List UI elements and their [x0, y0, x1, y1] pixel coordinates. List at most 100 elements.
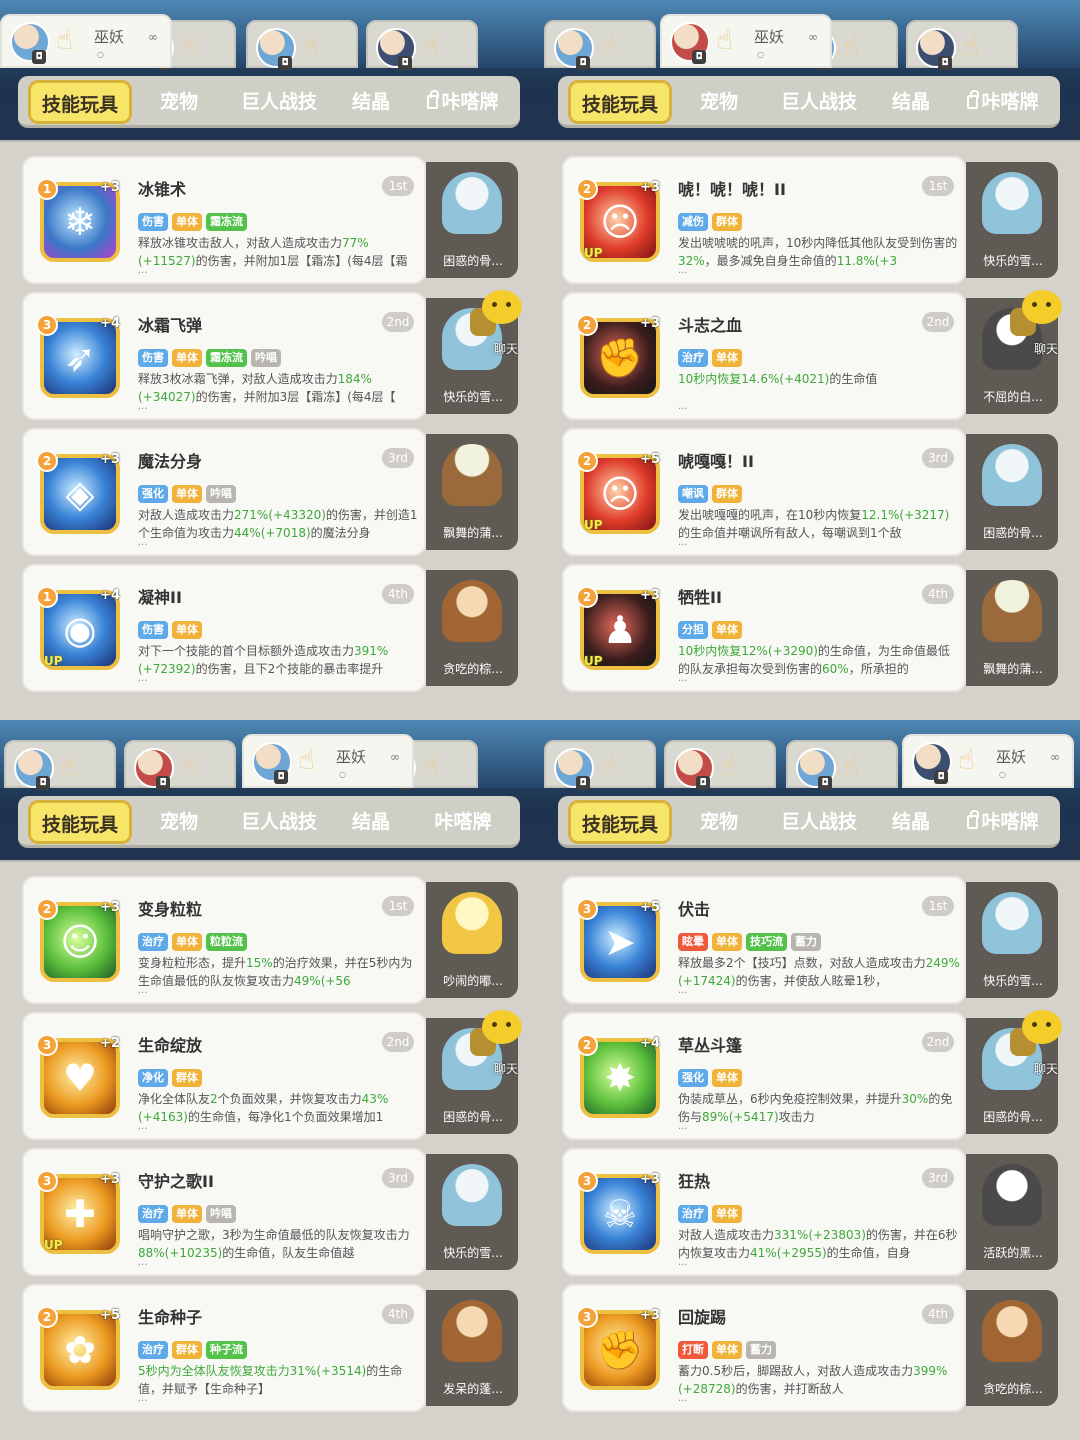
player-tab-3[interactable]: ◘ ☝ 巫妖 ∞ ○ — [902, 734, 1074, 788]
player-tab-2[interactable]: ◘☝ — [786, 740, 898, 790]
tab-pets[interactable]: 宠物 — [674, 796, 764, 848]
game-panel-3: ◘ ☝ ◘ ☝ ◘ ☝ ◘ ☝ 巫妖 ∞ ○ 技能玩具 宠物 巨人战技 结晶 咔嗒牌 ➤ 3 +5 伏击 1st 眩晕 单体… — [540, 720, 1080, 1440]
tab-click-cards[interactable]: 咔嗒牌 — [410, 76, 516, 128]
skill-card[interactable]: ➤ 3 +5 伏击 1st 眩晕 单体 技巧流 蓄力 释放最多2个【技巧】点数，对敌人造成攻击力2… — [562, 876, 966, 1004]
category-tab-bar: 技能玩具 宠物 巨人战技 结晶 咔嗒牌 — [18, 76, 520, 128]
skill-plus-level: +3 — [640, 316, 660, 331]
controller-icon: ◘ — [696, 776, 710, 790]
player-tab-2[interactable]: ◘ ☝ 巫妖 ∞ ○ — [242, 734, 414, 788]
chat-label[interactable]: 聊天 — [1034, 340, 1058, 357]
tab-giant-skills[interactable]: 巨人战技 — [764, 76, 874, 128]
pet-name: 快乐的雪... — [443, 390, 503, 404]
player-tab-0[interactable]: ◘ ☝ 巫妖 ∞ ○ — [0, 14, 172, 68]
skill-card[interactable]: ◈ 2 +3 魔法分身 3rd 强化 单体 吟唱 对敌人造成攻击力271%(+43320)的伤害… — [22, 428, 426, 556]
pet-name: 飘舞的蒲... — [443, 526, 503, 540]
skill-card[interactable]: ☠ 3 +3 狂热 3rd 治疗 单体 对敌人造成攻击力331%(+23803)的伤害，并在6… — [562, 1148, 966, 1276]
tab-skill-toys[interactable]: 技能玩具 — [28, 800, 132, 844]
skill-card[interactable]: ◉ 1 +4 UP 凝神II 4th 伤害 单体 对下一个技能的首个目标额外造成攻击力391%(… — [22, 564, 426, 692]
chat-label[interactable]: 聊天 — [1034, 1060, 1058, 1077]
pet-slot[interactable]: 贪吃的棕... — [426, 570, 518, 686]
pet-slot[interactable]: 发呆的蓬... — [426, 1290, 518, 1406]
skill-plus-level: +5 — [640, 452, 660, 467]
tab-skill-toys[interactable]: 技能玩具 — [568, 80, 672, 124]
pet-slot[interactable]: 活跃的黑... — [966, 1154, 1058, 1270]
tab-pets[interactable]: 宠物 — [134, 76, 224, 128]
skill-card[interactable]: ✊ 2 +3 斗志之血 2nd 治疗 单体 10秒内恢复14.6%(+4021)的生命值... — [562, 292, 966, 420]
tab-crystals[interactable]: 结晶 — [336, 796, 406, 848]
skill-level-badge: 2 — [576, 450, 598, 472]
skill-card[interactable]: ✿ 2 +5 生命种子 4th 治疗 群体 种子流 5秒内为全体队友恢复攻击力31%(+3514… — [22, 1284, 426, 1412]
tab-label: 宠物 — [699, 811, 738, 833]
skill-value: 89%(+5417) — [702, 1110, 779, 1124]
pet-slot[interactable]: 困惑的骨... — [426, 162, 518, 278]
skill-value: 11.8%(+3 — [836, 254, 898, 268]
player-tab-1[interactable]: ◘☝ — [664, 740, 776, 790]
player-tab-3[interactable]: ◘☝ — [366, 20, 478, 70]
skill-card[interactable]: ♟ 2 +3 UP 牺牲II 4th 分担 单体 10秒内恢复12%(+3290)的生命值，为生… — [562, 564, 966, 692]
tab-crystals[interactable]: 结晶 — [336, 76, 406, 128]
tab-label: 技能玩具 — [581, 814, 658, 836]
tab-label: 结晶 — [351, 91, 390, 113]
player-tab-0[interactable]: ◘ ☝ — [4, 740, 116, 790]
category-tab-bar: 技能玩具 宠物 巨人战技 结晶 咔嗒牌 — [558, 76, 1060, 128]
infinity-icon: ∞ — [808, 30, 818, 44]
skill-name: 回旋踢 — [678, 1308, 727, 1327]
pet-slot[interactable]: 吵闹的嘟... — [426, 882, 518, 998]
tab-click-cards[interactable]: 咔嗒牌 — [950, 796, 1056, 848]
skill-tag: 强化 — [678, 1069, 708, 1087]
tab-skill-toys[interactable]: 技能玩具 — [568, 800, 672, 844]
tab-click-cards[interactable]: 咔嗒牌 — [950, 76, 1056, 128]
skill-tag: 治疗 — [138, 1205, 168, 1223]
pet-slot[interactable]: 快乐的雪... — [966, 162, 1058, 278]
chat-label[interactable]: 聊天 — [494, 340, 518, 357]
player-tab-0[interactable]: ◘ ☝ — [544, 740, 656, 790]
skill-text: ，最多减免自身生命值的 — [704, 254, 837, 268]
player-tab-3[interactable]: ◘☝ — [906, 20, 1018, 70]
upgrade-up-icon: UP — [584, 246, 603, 260]
skill-card[interactable]: ✊ 3 +3 回旋踢 4th 打断 单体 蓄力 蓄力0.5秒后，脚踢敌人，对敌人造成攻击力399… — [562, 1284, 966, 1412]
player-tab-1[interactable]: ◘☝ — [124, 740, 236, 790]
skill-card[interactable]: ✸ 2 +4 草丛斗篷 2nd 强化 单体 伪装成草丛，6秒内免疫控制效果，并提升30%的免伤… — [562, 1012, 966, 1140]
chat-emoji-icon[interactable] — [1022, 1010, 1062, 1044]
chat-emoji-icon[interactable] — [482, 290, 522, 324]
pet-icon — [442, 172, 502, 234]
chat-label[interactable]: 聊天 — [494, 1060, 518, 1077]
skill-card[interactable]: ✚ 3 +3 UP 守护之歌II 3rd 治疗 单体 吟唱 唱响守护之歌，3秒为生命值最低的队友恢… — [22, 1148, 426, 1276]
skill-tag: 群体 — [712, 485, 742, 503]
tab-giant-skills[interactable]: 巨人战技 — [764, 796, 874, 848]
tab-crystals[interactable]: 结晶 — [876, 76, 946, 128]
chat-emoji-icon[interactable] — [482, 1010, 522, 1044]
skill-card[interactable]: ♥ 3 +2 生命绽放 2nd 净化 群体 净化全体队友2个负面效果，并恢复攻击力43%(+4… — [22, 1012, 426, 1140]
tab-click-cards[interactable]: 咔嗒牌 — [410, 796, 516, 848]
skill-text: 的伤害，并附加1层【霜冻】(每4层【霜 — [195, 254, 408, 268]
skill-tag: 吟唱 — [251, 349, 281, 367]
player-tab-1[interactable]: ◘ ☝ 巫妖 ∞ ○ — [660, 14, 832, 68]
tab-crystals[interactable]: 结晶 — [876, 796, 946, 848]
tab-skill-toys[interactable]: 技能玩具 — [28, 80, 132, 124]
skill-card[interactable]: ☹ 2 +5 UP 唬嘎嘎！II 3rd 嘲讽 群体 发出唬嘎嘎的吼声，在10秒内恢复12.1%… — [562, 428, 966, 556]
pet-slot[interactable]: 快乐的雪... — [426, 1154, 518, 1270]
player-tab-2[interactable]: ◘☝ — [246, 20, 358, 70]
pet-slot[interactable]: 快乐的雪... — [966, 882, 1058, 998]
skill-card[interactable]: ❄ 1 +3 冰锥术 1st 伤害 单体 霜冻流 释放冰锥攻击敌人，对敌人造成攻击力77%(+1… — [22, 156, 426, 284]
skill-card[interactable]: ☺ 2 +3 变身粒粒 1st 治疗 单体 粒粒流 变身粒粒形态，提升15%的治疗效果，并在5秒… — [22, 876, 426, 1004]
skill-icon: ◈ 2 +3 — [36, 450, 120, 534]
player-tab-0[interactable]: ◘ ☝ — [544, 20, 656, 70]
tab-giant-skills[interactable]: 巨人战技 — [224, 796, 334, 848]
tab-pets[interactable]: 宠物 — [134, 796, 224, 848]
chat-emoji-icon[interactable] — [1022, 290, 1062, 324]
skill-slot-rank: 1st — [922, 176, 954, 196]
tab-giant-skills[interactable]: 巨人战技 — [224, 76, 334, 128]
skill-text: 的生命值 — [829, 372, 878, 386]
pet-slot[interactable]: 困惑的骨... — [966, 434, 1058, 550]
skill-card[interactable]: ➶ 3 +4 冰霜飞弹 2nd 伤害 单体 霜冻流 吟唱 释放3枚冰霜飞弹，对敌人造成攻击力184… — [22, 292, 426, 420]
tab-pets[interactable]: 宠物 — [674, 76, 764, 128]
pet-slot[interactable]: 飘舞的蒲... — [966, 570, 1058, 686]
pet-slot[interactable]: 贪吃的棕... — [966, 1290, 1058, 1406]
skill-name: 牺牲II — [678, 588, 722, 607]
skill-tags: 强化 单体 — [678, 1066, 746, 1087]
skill-glyph-icon: ☺ — [60, 920, 100, 964]
skill-tag: 单体 — [712, 1069, 742, 1087]
pet-slot[interactable]: 飘舞的蒲... — [426, 434, 518, 550]
skill-card[interactable]: ☹ 2 +3 UP 唬！唬！唬！II 1st 减伤 群体 发出唬唬唬的吼声，10秒内降低其他队友… — [562, 156, 966, 284]
